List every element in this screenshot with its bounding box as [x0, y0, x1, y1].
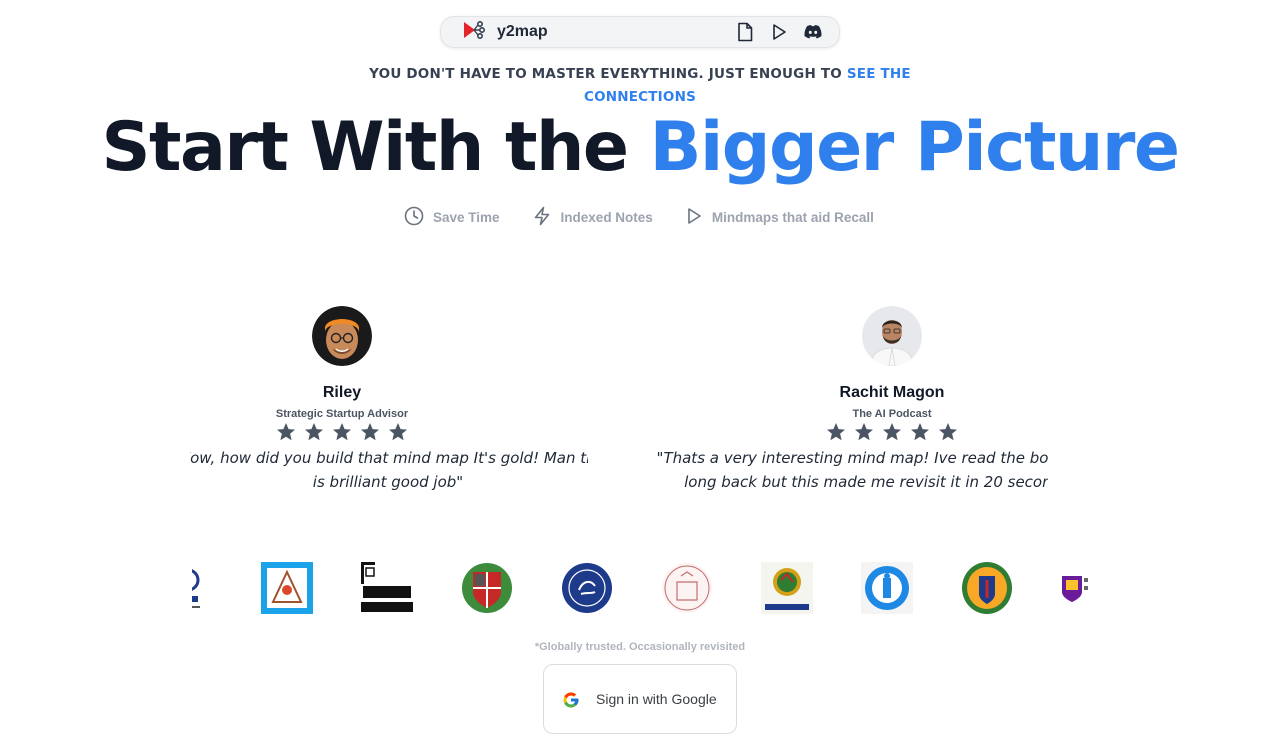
feature-indexed-notes: Indexed Notes: [532, 206, 653, 229]
star-icon: [304, 422, 324, 442]
testimonial-card: Rachit Magon The AI Podcast "Thats a ver…: [657, 306, 1092, 491]
star-rating: [142, 422, 542, 442]
quote-container: "Thats a very interesting mind map! Ive …: [650, 446, 1048, 502]
discord-icon[interactable]: [803, 22, 823, 42]
university-logo: [761, 562, 813, 614]
top-navigation-bar: y2map: [440, 16, 840, 48]
reviewer-name: Rachit Magon: [839, 384, 945, 401]
university-logo: [961, 562, 1013, 614]
feature-mindmaps: Mindmaps that aid Recall: [685, 206, 874, 229]
brand[interactable]: y2map: [463, 20, 548, 44]
headline-text: Start With the: [101, 108, 650, 187]
star-icon: [276, 422, 296, 442]
review-quote: "Wow, how did you build that mind map It…: [190, 449, 588, 491]
avatar: [312, 306, 372, 366]
star-icon: [882, 422, 902, 442]
university-logo: [561, 562, 613, 614]
lightning-icon: [532, 206, 552, 229]
brand-name: y2map: [497, 23, 548, 40]
feature-list: Save Time Indexed Notes Mindmaps that ai…: [404, 205, 884, 229]
trusted-note: *Globally trusted. Occasionally revisite…: [534, 641, 746, 653]
signin-label: Sign in with Google: [596, 691, 717, 707]
feature-label: Indexed Notes: [560, 209, 653, 225]
clock-icon: [404, 206, 424, 229]
reviewer-role: Strategic Startup Advisor: [275, 408, 409, 420]
star-icon: [910, 422, 930, 442]
feature-save-time: Save Time: [404, 206, 500, 229]
university-logo: [192, 562, 214, 614]
star-icon: [360, 422, 380, 442]
review-quote: "Thats a very interesting mind map! Ive …: [656, 449, 1048, 491]
google-signin-button[interactable]: Sign in with Google: [543, 664, 737, 734]
star-icon: [826, 422, 846, 442]
play-icon: [685, 206, 703, 229]
university-logo: [361, 562, 413, 614]
star-icon: [388, 422, 408, 442]
page-title: Start With the Bigger Picture: [0, 108, 1280, 188]
feature-label: Save Time: [433, 209, 500, 225]
topbar-actions: [735, 22, 823, 42]
reviewer-role: The AI Podcast: [852, 408, 932, 420]
avatar: [862, 306, 922, 366]
university-logo: [1060, 562, 1088, 614]
star-icon: [938, 422, 958, 442]
google-icon: [562, 691, 580, 714]
logo-carousel: [192, 562, 1088, 614]
university-logo: [461, 562, 513, 614]
feature-label: Mindmaps that aid Recall: [711, 209, 874, 225]
testimonial-card: Riley Strategic Startup Advisor "Wow, ho…: [142, 306, 588, 491]
tagline-text: YOU DON'T HAVE TO MASTER EVERYTHING. JUS…: [369, 66, 847, 82]
reviewer-name: Riley: [322, 384, 362, 401]
play-icon[interactable]: [769, 22, 789, 42]
headline-highlight: Bigger Picture: [649, 108, 1180, 187]
star-icon: [332, 422, 352, 442]
star-rating: [692, 422, 1092, 442]
quote-container: "Wow, how did you build that mind map It…: [190, 446, 588, 502]
star-icon: [854, 422, 874, 442]
university-logo: [861, 562, 913, 614]
y2map-logo-icon: [463, 20, 485, 44]
tagline: YOU DON'T HAVE TO MASTER EVERYTHING. JUS…: [360, 63, 920, 109]
university-logo: [661, 562, 713, 614]
document-icon[interactable]: [735, 22, 755, 42]
university-logo: [261, 562, 313, 614]
